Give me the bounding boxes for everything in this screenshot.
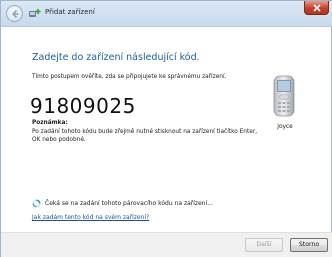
help-link[interactable]: Jak zadám tento kód na svém zařízení? <box>32 214 149 221</box>
status-text: Čeká se na zadání tohoto párovacího kódu… <box>45 200 213 207</box>
add-device-icon <box>29 9 41 17</box>
cancel-button[interactable]: Storno <box>290 238 328 252</box>
close-icon <box>313 4 321 12</box>
pairing-code: 91809025 <box>30 94 136 118</box>
note-text: Po zadání tohoto kódu bude zřejmě nutné … <box>32 129 258 143</box>
close-button[interactable] <box>304 1 329 15</box>
device-name: Joyce <box>277 124 293 130</box>
next-button[interactable]: Další <box>245 238 283 252</box>
mobile-phone-icon <box>273 75 295 117</box>
back-button[interactable] <box>6 5 23 22</box>
window-title: Přidat zařízení <box>45 8 95 16</box>
add-device-wizard-window: Přidat zařízení Zadejte do zařízení násl… <box>0 0 332 257</box>
busy-spinner-icon <box>32 199 41 208</box>
intro-text: Tímto postupem ověříte, zda se připojuje… <box>32 74 227 80</box>
page-heading: Zadejte do zařízení následující kód. <box>32 52 200 63</box>
button-bar: Další Storno <box>1 232 332 257</box>
title-bar: Přidat zařízení <box>1 1 332 27</box>
back-arrow-icon <box>11 9 19 19</box>
wizard-content: Zadejte do zařízení následující kód. Tím… <box>1 28 332 230</box>
note-label: Poznámka: <box>32 120 68 126</box>
